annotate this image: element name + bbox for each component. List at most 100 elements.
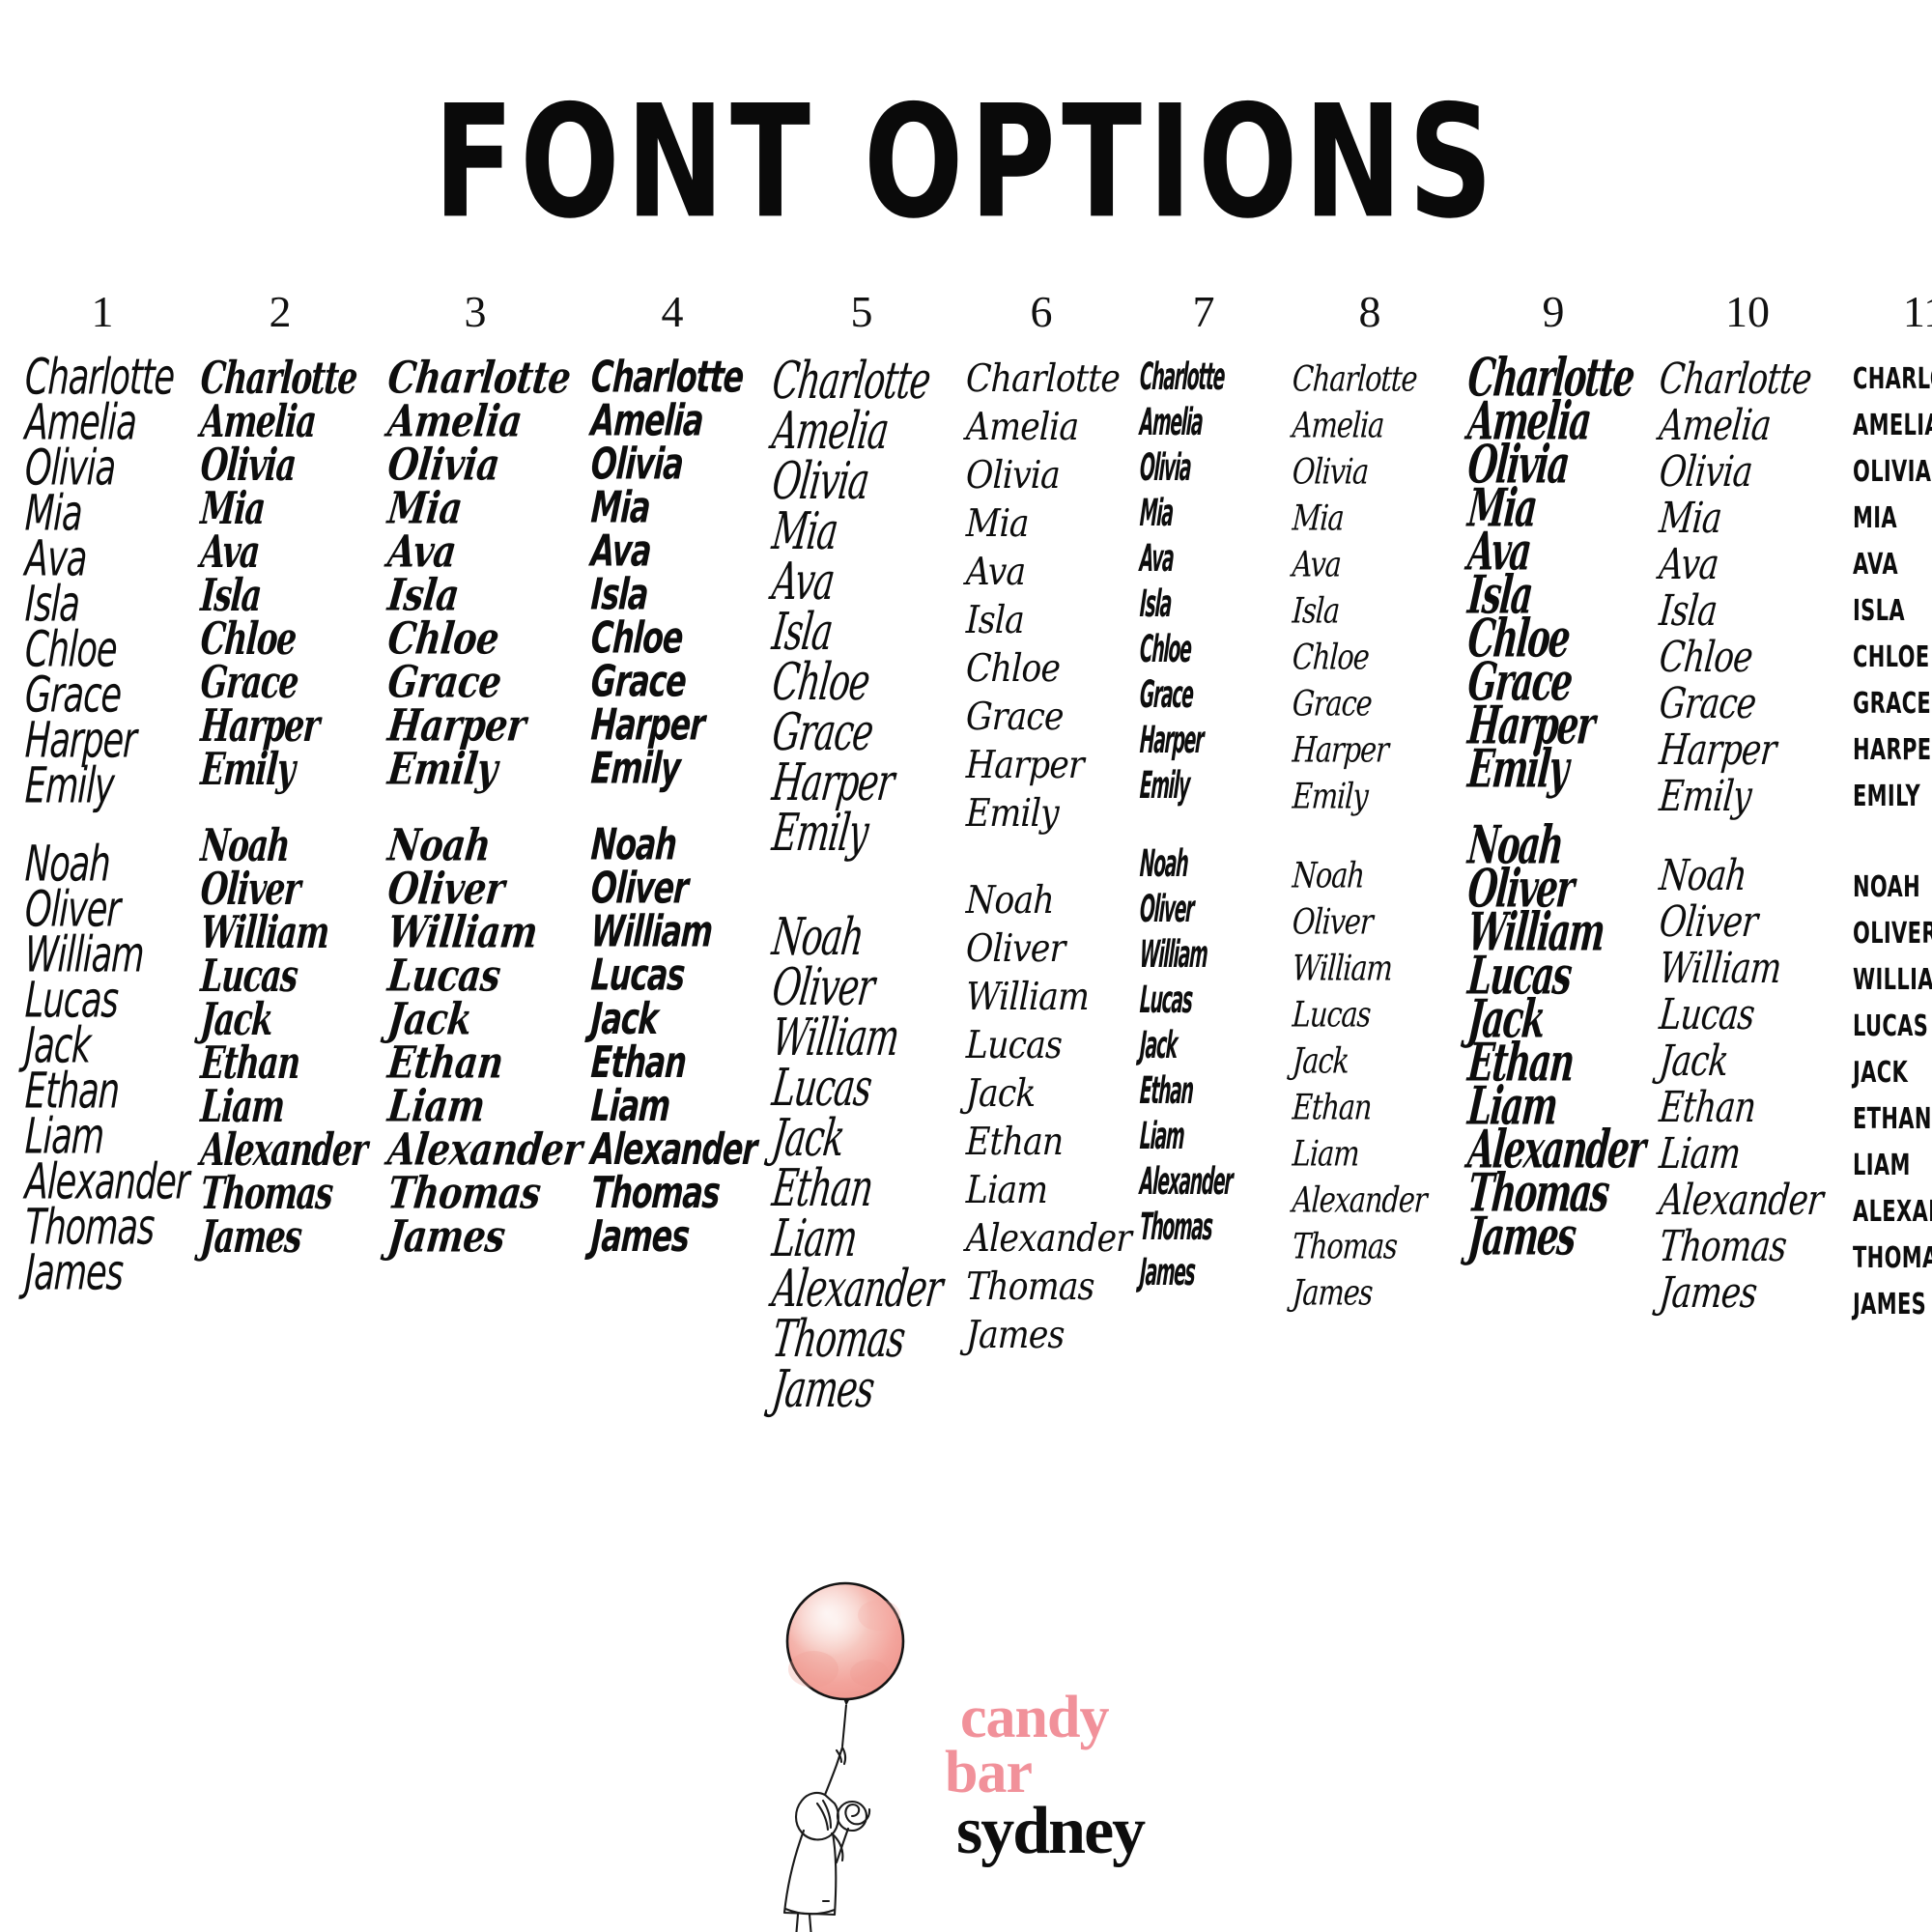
girls-name-list: Charlotte Amelia Olivia Mia Ava Isla Chl… xyxy=(965,355,1126,838)
name-item: Isla xyxy=(965,598,1025,642)
column-number: 11 xyxy=(1902,287,1932,336)
title-area: FONT OPTIONS xyxy=(0,85,1932,241)
name-item: James xyxy=(384,1209,508,1263)
name-item: Emily xyxy=(769,802,871,864)
name-item: Amelia xyxy=(1291,404,1385,446)
name-item: Mia xyxy=(965,501,1030,546)
name-item: James xyxy=(589,1210,691,1262)
name-item: Chloe xyxy=(965,646,1061,691)
name-item: JAMES xyxy=(1853,1286,1927,1321)
font-column-10[interactable]: 10 Charlotte Amelia Olivia Mia Ava Isla … xyxy=(1648,287,1847,1318)
name-item: Emily xyxy=(1291,775,1369,817)
name-item: Mia xyxy=(1291,497,1345,539)
column-number: 10 xyxy=(1725,287,1770,336)
girls-name-list: Charlotte Amelia Olivia Mia Ava Isla Chl… xyxy=(1658,354,1847,820)
boys-name-list: Noah Oliver William Lucas Jack Ethan Lia… xyxy=(24,836,189,1301)
font-column-2[interactable]: 2 Charlotte Amelia Olivia Mia Ava Isla C… xyxy=(187,287,373,1263)
name-item: Emily xyxy=(589,743,682,794)
name-item: Isla xyxy=(1291,589,1341,632)
name-item: Oliver xyxy=(965,926,1066,971)
boys-name-list: NOAH OLIVER WILLIAM LUCAS JACK ETHAN LIA… xyxy=(1853,864,1932,1327)
boys-name-list: Noah Oliver William Lucas Jack Ethan Lia… xyxy=(589,819,767,1261)
name-item: Liam xyxy=(1291,1132,1360,1175)
font-options-grid: 1 Charlotte Amelia Olivia Mia Ava Isla C… xyxy=(8,287,1932,1546)
name-item: Lucas xyxy=(1291,993,1372,1036)
name-item: James xyxy=(1657,1267,1759,1318)
page-title: FONT OPTIONS xyxy=(433,71,1499,254)
logo-text-sydney: sydney xyxy=(956,1794,1146,1869)
logo-text-bar: bar xyxy=(945,1740,1033,1806)
font-column-5[interactable]: 5 Charlotte Amelia Olivia Mia Ava Isla C… xyxy=(767,287,956,1420)
name-item: James xyxy=(965,1313,1065,1357)
font-column-8[interactable]: 8 Charlotte Amelia Olivia Mia Ava Isla C… xyxy=(1281,290,1459,1316)
name-item: Emily xyxy=(965,791,1060,836)
name-item: James xyxy=(23,1244,125,1302)
balloon-icon xyxy=(785,1581,905,1747)
name-item: Grace xyxy=(965,695,1065,739)
name-item: James xyxy=(1138,1251,1196,1295)
name-item: EMILY xyxy=(1853,778,1921,813)
column-number: 9 xyxy=(1542,287,1565,336)
name-item: Ethan xyxy=(965,1120,1065,1164)
girls-name-list: Charlotte Amelia Olivia Mia Ava Isla Chl… xyxy=(769,351,956,863)
font-column-1[interactable]: 1 Charlotte Amelia Olivia Mia Ava Isla C… xyxy=(8,290,189,1302)
name-item: Oliver xyxy=(1291,900,1374,943)
girls-name-list: Charlotte Amelia Olivia Mia Ava Isla Chl… xyxy=(24,349,187,814)
girls-name-list: Charlotte Amelia Olivia Mia Ava Isla Chl… xyxy=(1291,355,1459,819)
name-item: Harper xyxy=(1291,728,1390,771)
name-item: Emily xyxy=(1657,771,1753,821)
name-item: William xyxy=(1291,947,1394,989)
name-item: Lucas xyxy=(965,1023,1063,1067)
name-item: Emily xyxy=(1465,737,1571,800)
font-column-6[interactable]: 6 Charlotte Amelia Olivia Mia Ava Isla C… xyxy=(956,290,1131,1360)
name-item: Emily xyxy=(1138,764,1191,809)
column-number: 7 xyxy=(1192,287,1215,336)
name-item: Harper xyxy=(965,743,1085,787)
logo-text-candy: candy xyxy=(960,1685,1109,1750)
name-item: Charlotte xyxy=(1291,357,1418,400)
name-item: Emily xyxy=(384,742,500,795)
boys-name-list: Noah Oliver William Lucas Jack Ethan Lia… xyxy=(1291,852,1459,1316)
name-item: William xyxy=(965,975,1090,1019)
name-item: James xyxy=(1465,1205,1577,1267)
font-column-3[interactable]: 3 Charlotte Amelia Olivia Mia Ava Isla C… xyxy=(373,287,584,1263)
boys-name-list: Noah Oliver William Lucas Jack Ethan Lia… xyxy=(1139,842,1281,1296)
girls-name-list: Charlotte Amelia Olivia Mia Ava Isla Chl… xyxy=(199,351,373,795)
name-item: Thomas xyxy=(965,1264,1095,1309)
name-item: Ava xyxy=(965,550,1027,594)
name-item: Charlotte xyxy=(965,356,1121,401)
name-item: Emily xyxy=(198,742,297,795)
name-item: Jack xyxy=(1291,1039,1350,1082)
name-item: Amelia xyxy=(965,405,1079,449)
column-number: 2 xyxy=(269,287,292,336)
column-number: 3 xyxy=(464,287,487,336)
girls-name-list: Charlotte Amelia Olivia Mia Ava Isla Chl… xyxy=(1465,347,1648,800)
girls-name-list: Charlotte Amelia Olivia Mia Ava Isla Chl… xyxy=(1139,355,1281,810)
brand-logo[interactable]: candy bar sydney xyxy=(734,1577,1217,1932)
boys-name-list: Noah Oliver William Lucas Jack Ethan Lia… xyxy=(1658,850,1847,1317)
girls-name-list: CHARLOTTE AMELIA OLIVIA MIA AVA ISLA CHL… xyxy=(1853,355,1932,819)
name-item: Grace xyxy=(1291,682,1373,724)
name-item: Ava xyxy=(1291,543,1343,585)
girl-figure-icon xyxy=(782,1746,871,1932)
font-column-11[interactable]: 11 CHARLOTTE AMELIA OLIVIA MIA AVA ISLA … xyxy=(1847,290,1932,1327)
name-item: James xyxy=(198,1209,303,1263)
boys-name-list: Noah Oliver William Lucas Jack Ethan Lia… xyxy=(965,877,1131,1360)
girls-name-list: Charlotte Amelia Olivia Mia Ava Isla Chl… xyxy=(385,352,578,795)
column-number: 8 xyxy=(1358,287,1381,336)
girls-name-list: Charlotte Amelia Olivia Mia Ava Isla Chl… xyxy=(589,352,767,793)
column-number: 5 xyxy=(850,287,873,336)
name-item: Liam xyxy=(965,1168,1049,1212)
name-item: Thomas xyxy=(1291,1225,1399,1267)
font-column-7[interactable]: 7 Charlotte Amelia Olivia Mia Ava Isla C… xyxy=(1126,290,1281,1296)
name-item: Ethan xyxy=(1291,1086,1373,1128)
boys-name-list: Noah Oliver William Lucas Jack Ethan Lia… xyxy=(199,818,373,1263)
name-item: Chloe xyxy=(1291,636,1370,678)
name-item: Noah xyxy=(1291,854,1366,896)
font-column-4[interactable]: 4 Charlotte Amelia Olivia Mia Ava Isla C… xyxy=(578,290,767,1262)
logo-wordmark: candy bar sydney xyxy=(945,1685,1225,1869)
font-column-9[interactable]: 9 Charlotte Amelia Olivia Mia Ava Isla C… xyxy=(1459,287,1648,1267)
name-item: Olivia xyxy=(965,453,1061,497)
name-item: Olivia xyxy=(1291,450,1370,493)
boys-name-list: Noah Oliver William Lucas Jack Ethan Lia… xyxy=(385,819,584,1263)
